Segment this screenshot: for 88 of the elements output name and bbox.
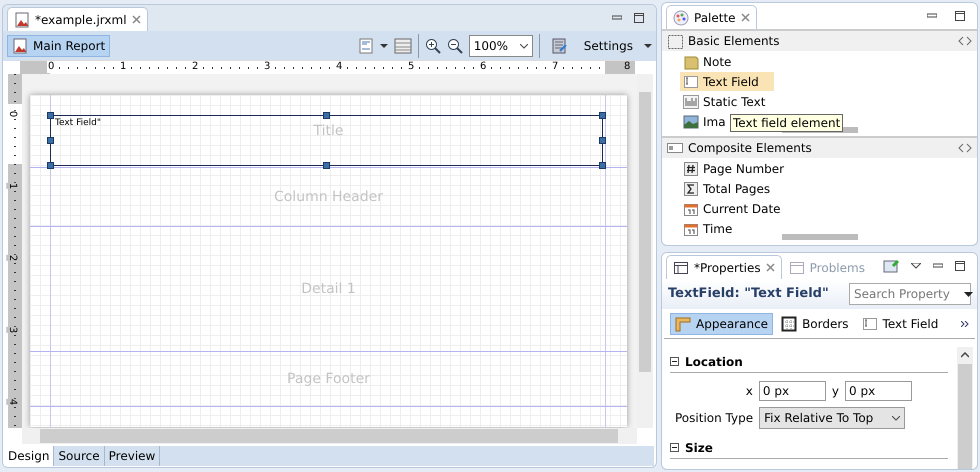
section-tab[interactable]: Borders <box>776 312 854 334</box>
maximize-icon[interactable] <box>634 13 644 23</box>
text-field-icon <box>683 74 699 90</box>
zoom-field[interactable]: 100% <box>468 35 533 57</box>
maximize-icon[interactable] <box>955 11 965 21</box>
editor-tab[interactable]: Design <box>4 446 54 466</box>
ruler-number: 4 <box>6 398 18 406</box>
palette-tab[interactable]: Palette <box>666 5 757 29</box>
dashed-box-icon <box>667 33 683 49</box>
zoom-in-icon[interactable] <box>424 38 441 54</box>
field-label: Position Type <box>675 410 754 427</box>
ruler-number: 0 <box>47 61 56 73</box>
palette-icon <box>673 10 689 26</box>
more-icon[interactable] <box>961 320 969 326</box>
caret-icon[interactable] <box>380 44 388 48</box>
resize-handle[interactable] <box>323 112 330 119</box>
close-icon[interactable] <box>740 13 750 22</box>
image-icon <box>683 114 699 130</box>
bands-icon[interactable] <box>394 38 412 54</box>
palette-item[interactable]: Page Number <box>680 159 788 178</box>
palette-item[interactable]: Note <box>680 52 734 71</box>
palette-item[interactable]: Current Date <box>680 199 784 218</box>
hash-icon <box>683 160 699 176</box>
tooltip: Text field element <box>730 114 844 132</box>
horizontal-scrollbar[interactable] <box>22 428 637 444</box>
chevron-down-icon[interactable] <box>520 44 528 48</box>
palette-item[interactable]: Ima <box>680 112 729 131</box>
report-icon <box>12 38 28 54</box>
field-label: x <box>746 383 753 400</box>
vertical-scrollbar[interactable] <box>637 74 653 428</box>
view-tab[interactable]: *Properties <box>666 255 782 279</box>
group-header[interactable]: Composite Elements <box>662 136 977 158</box>
maximize-icon[interactable] <box>955 261 965 271</box>
section-tab[interactable]: Appearance <box>670 312 774 334</box>
ruler-number: 3 <box>6 326 18 334</box>
palette-item[interactable]: Time <box>680 219 736 238</box>
window-icon <box>788 260 805 276</box>
close-icon[interactable] <box>132 15 141 24</box>
caret-icon[interactable] <box>644 44 652 48</box>
caret-icon[interactable] <box>964 292 973 296</box>
view-menu-icon[interactable] <box>911 263 921 269</box>
palette-item[interactable]: Text Field <box>680 72 774 91</box>
editor-tab[interactable]: *example.jrxml <box>7 7 148 31</box>
band-label: Title <box>313 122 344 140</box>
band-label: Column Header <box>274 188 384 206</box>
resize-handle[interactable] <box>47 112 54 119</box>
borders-icon <box>781 316 798 332</box>
search-field[interactable]: Search Property <box>849 283 971 305</box>
vertical-scrollbar[interactable] <box>957 347 973 469</box>
table-icon <box>673 260 689 276</box>
band-label: Page Footer <box>287 370 370 388</box>
collapse-icon[interactable] <box>670 357 679 366</box>
text-field-icon <box>862 316 878 332</box>
data-icon[interactable] <box>358 38 374 54</box>
sigma-icon <box>683 180 699 196</box>
band-label: Detail 1 <box>301 280 356 298</box>
label-icon <box>683 94 699 110</box>
palette-item[interactable]: Static Text <box>680 92 768 111</box>
resize-handle[interactable] <box>47 162 54 169</box>
main-report-button[interactable]: Main Report <box>7 35 110 57</box>
properties-title: TextField: "Text Field" <box>668 285 829 304</box>
ruler-number: 1 <box>6 182 18 190</box>
section-title: Size <box>685 440 713 456</box>
resize-handle[interactable] <box>599 137 606 144</box>
collapse-icon[interactable] <box>670 443 679 452</box>
close-icon[interactable] <box>766 263 775 272</box>
group-header[interactable]: Basic Elements <box>662 29 977 51</box>
section-tab[interactable]: Text Field <box>856 312 944 334</box>
composite-icon <box>667 140 683 156</box>
resize-handle[interactable] <box>323 162 330 169</box>
select-field[interactable]: Fix Relative To Top <box>759 407 906 429</box>
ruler-number: 2 <box>6 254 18 262</box>
resize-handle[interactable] <box>599 162 606 169</box>
resize-handle[interactable] <box>47 137 54 144</box>
chevron-up-icon[interactable] <box>961 352 969 358</box>
note-icon <box>683 54 699 70</box>
zoom-out-icon[interactable] <box>446 38 463 54</box>
palette-item[interactable]: Total Pages <box>680 179 774 198</box>
field-label: y <box>832 383 839 400</box>
pin-icon[interactable] <box>883 258 899 274</box>
resize-handle[interactable] <box>599 112 606 119</box>
report-icon <box>14 12 30 28</box>
input-field[interactable]: 0 px <box>758 381 826 401</box>
ruler-icon <box>675 316 691 332</box>
section-title: Location <box>685 354 743 370</box>
input-field[interactable]: 0 px <box>845 381 912 401</box>
chevron-down-icon[interactable] <box>892 416 900 420</box>
settings-button[interactable]: Settings <box>546 35 638 57</box>
